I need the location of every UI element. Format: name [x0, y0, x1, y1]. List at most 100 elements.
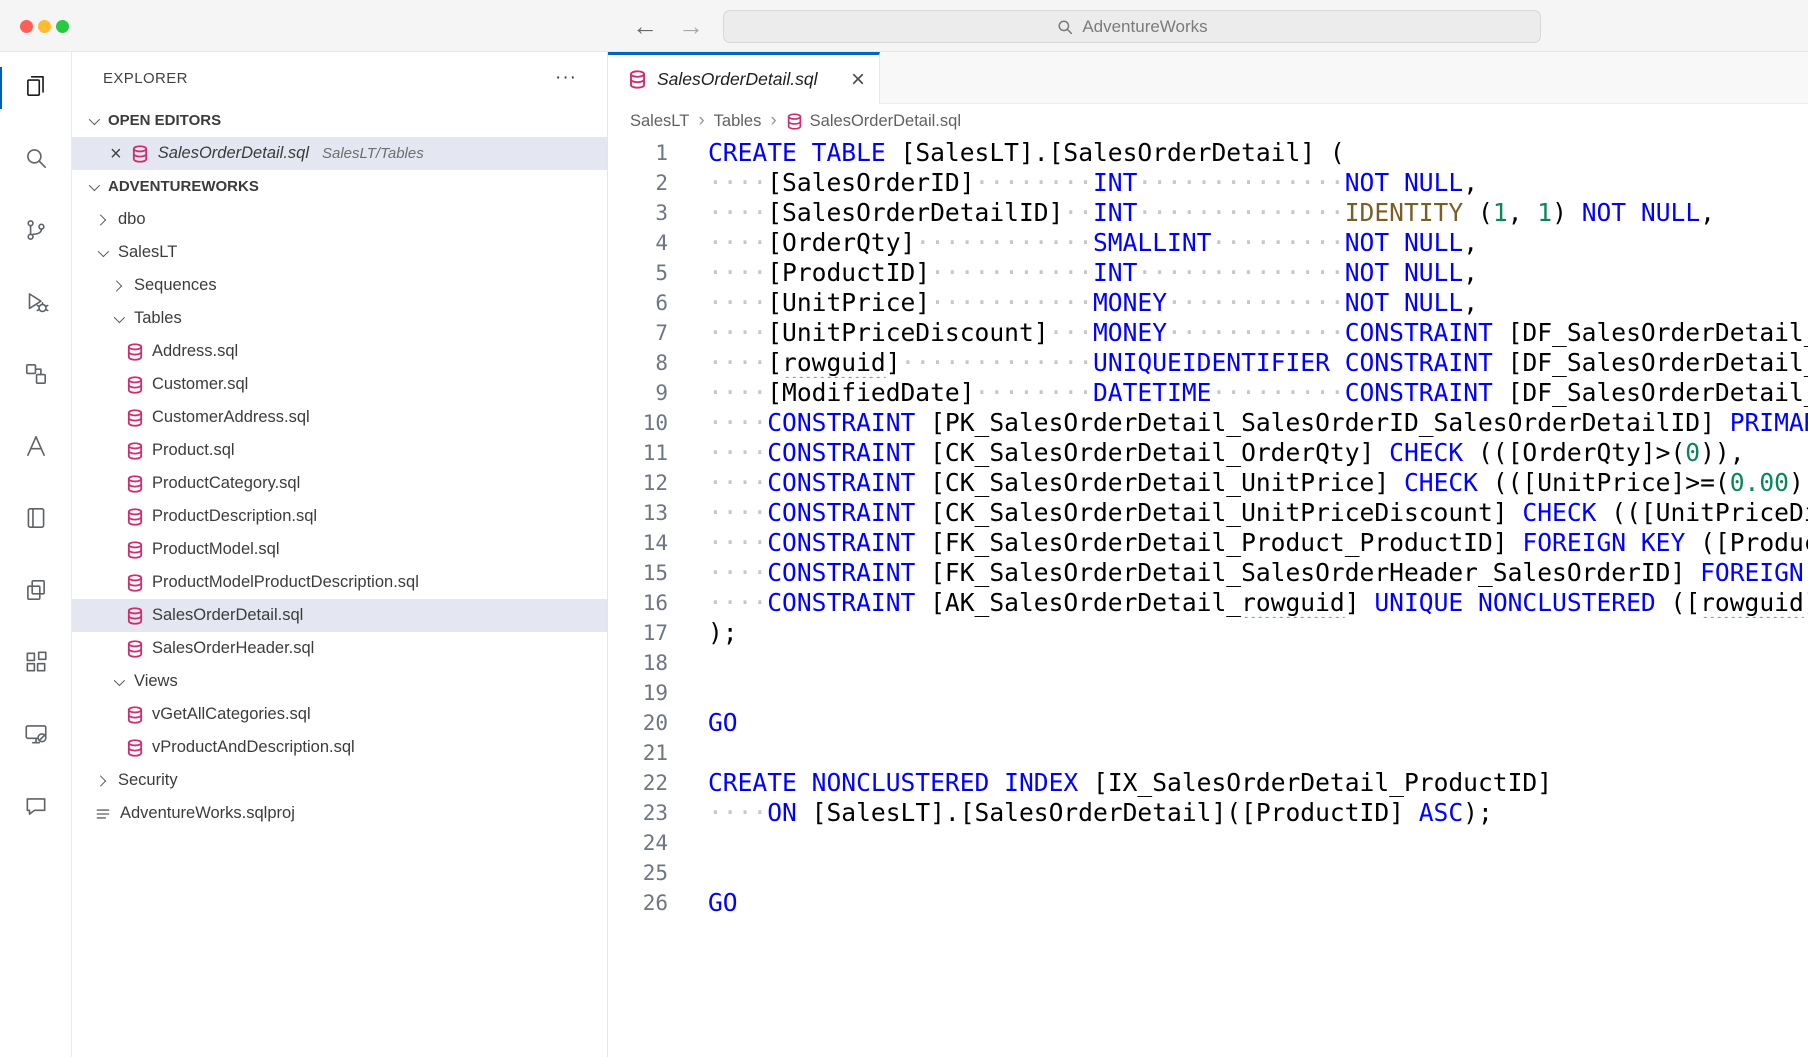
- code-text[interactable]: ····[ModifiedDate]········DATETIME······…: [708, 378, 1808, 408]
- code-text[interactable]: [708, 648, 1808, 678]
- database-projects-activity-button[interactable]: [0, 340, 71, 412]
- line-number: 19: [608, 678, 708, 708]
- line-number: 10: [608, 408, 708, 438]
- line-number: 7: [608, 318, 708, 348]
- tree-item-address-sql[interactable]: Address.sql: [72, 335, 607, 368]
- code-text[interactable]: ····ON [SalesLT].[SalesOrderDetail]([Pro…: [708, 798, 1808, 828]
- back-arrow-icon[interactable]: ←: [632, 11, 658, 42]
- tree-item-productcategory-sql[interactable]: ProductCategory.sql: [72, 467, 607, 500]
- code-text[interactable]: ····[SalesOrderDetailID]··INT···········…: [708, 198, 1808, 228]
- close-editor-icon[interactable]: ×: [110, 144, 122, 164]
- chevron-down-icon: [110, 674, 126, 690]
- breadcrumb-item-tables[interactable]: Tables: [714, 112, 762, 131]
- tree-item-adventureworks-sqlproj[interactable]: AdventureWorks.sqlproj: [72, 797, 607, 830]
- breadcrumb-item-saleslt[interactable]: SalesLT: [630, 112, 689, 131]
- command-center-search[interactable]: AdventureWorks: [723, 10, 1541, 43]
- tree-item-vproductanddescription-sql[interactable]: vProductAndDescription.sql: [72, 731, 607, 764]
- code-text[interactable]: ····CONSTRAINT [FK_SalesOrderDetail_Prod…: [708, 528, 1808, 558]
- run-debug-icon: [23, 289, 49, 320]
- open-editor-item[interactable]: × SalesOrderDetail.sql SalesLT/Tables: [72, 137, 607, 170]
- forward-arrow-icon[interactable]: →: [678, 11, 704, 42]
- breadcrumb-item-file[interactable]: SalesOrderDetail.sql: [786, 112, 961, 131]
- line-number: 3: [608, 198, 708, 228]
- code-text[interactable]: [708, 738, 1808, 768]
- tree-item-vgetallcategories-sql[interactable]: vGetAllCategories.sql: [72, 698, 607, 731]
- code-text[interactable]: ····[SalesOrderID]········INT···········…: [708, 168, 1808, 198]
- database-icon: [126, 739, 144, 757]
- tree-item-product-sql[interactable]: Product.sql: [72, 434, 607, 467]
- code-text[interactable]: [708, 858, 1808, 888]
- close-tab-icon[interactable]: ×: [851, 68, 865, 92]
- tree-item-views[interactable]: Views: [72, 665, 607, 698]
- code-text[interactable]: ····[UnitPriceDiscount]···MONEY·········…: [708, 318, 1808, 348]
- comments-icon: [23, 793, 49, 824]
- tree-item-label: ProductDescription.sql: [152, 507, 317, 526]
- code-text[interactable]: ····[rowguid]·············UNIQUEIDENTIFI…: [708, 348, 1808, 378]
- code-text[interactable]: ····CONSTRAINT [AK_SalesOrderDetail_rowg…: [708, 588, 1808, 618]
- code-line: 11····CONSTRAINT [CK_SalesOrderDetail_Or…: [608, 438, 1808, 468]
- zoom-window-button[interactable]: [56, 20, 69, 33]
- code-line: 16····CONSTRAINT [AK_SalesOrderDetail_ro…: [608, 588, 1808, 618]
- extensions-activity-button[interactable]: [0, 628, 71, 700]
- code-text[interactable]: GO: [708, 708, 1808, 738]
- remote-monitor-activity-button[interactable]: [0, 700, 71, 772]
- open-editors-header[interactable]: OPEN EDITORS: [72, 104, 607, 137]
- tree-item-tables[interactable]: Tables: [72, 302, 607, 335]
- code-line: 8····[rowguid]·············UNIQUEIDENTIF…: [608, 348, 1808, 378]
- code-text[interactable]: ····[ProductID]···········INT···········…: [708, 258, 1808, 288]
- more-actions-icon[interactable]: ···: [555, 67, 577, 89]
- code-text[interactable]: ····CONSTRAINT [PK_SalesOrderDetail_Sale…: [708, 408, 1808, 438]
- code-editor[interactable]: 1CREATE TABLE [SalesLT].[SalesOrderDetai…: [608, 138, 1808, 1057]
- explorer-activity-button[interactable]: [0, 52, 71, 124]
- tree-item-productdescription-sql[interactable]: ProductDescription.sql: [72, 500, 607, 533]
- code-line: 1CREATE TABLE [SalesLT].[SalesOrderDetai…: [608, 138, 1808, 168]
- code-text[interactable]: [708, 678, 1808, 708]
- run-debug-activity-button[interactable]: [0, 268, 71, 340]
- tree-item-productmodel-sql[interactable]: ProductModel.sql: [72, 533, 607, 566]
- code-text[interactable]: ····CONSTRAINT [CK_SalesOrderDetail_Orde…: [708, 438, 1808, 468]
- minimize-window-button[interactable]: [38, 20, 51, 33]
- tree-item-productmodelproductdescription-sql[interactable]: ProductModelProductDescription.sql: [72, 566, 607, 599]
- explorer-icon: [23, 73, 49, 104]
- tab-label: SalesOrderDetail.sql: [657, 69, 841, 90]
- close-window-button[interactable]: [20, 20, 33, 33]
- tree-item-salesorderheader-sql[interactable]: SalesOrderHeader.sql: [72, 632, 607, 665]
- line-number: 20: [608, 708, 708, 738]
- comments-activity-button[interactable]: [0, 772, 71, 844]
- notebooks-activity-button[interactable]: [0, 484, 71, 556]
- code-text[interactable]: );: [708, 618, 1808, 648]
- code-line: 25: [608, 858, 1808, 888]
- code-text[interactable]: ····CONSTRAINT [FK_SalesOrderDetail_Sale…: [708, 558, 1808, 588]
- activity-bar: [0, 52, 72, 1057]
- tree-item-customer-sql[interactable]: Customer.sql: [72, 368, 607, 401]
- tree-item-saleslt[interactable]: SalesLT: [72, 236, 607, 269]
- tree-item-security[interactable]: Security: [72, 764, 607, 797]
- source-control-activity-button[interactable]: [0, 196, 71, 268]
- database-icon: [126, 508, 144, 526]
- tab-salesorderdetail-sql[interactable]: SalesOrderDetail.sql ×: [608, 52, 880, 104]
- open-editor-filename: SalesOrderDetail.sql: [158, 144, 309, 163]
- tree-item-customeraddress-sql[interactable]: CustomerAddress.sql: [72, 401, 607, 434]
- schema-compare-activity-button[interactable]: [0, 556, 71, 628]
- code-text[interactable]: ····[UnitPrice]···········MONEY·········…: [708, 288, 1808, 318]
- code-text[interactable]: ····CONSTRAINT [CK_SalesOrderDetail_Unit…: [708, 468, 1808, 498]
- tree-item-label: Sequences: [134, 276, 217, 295]
- code-line: 24: [608, 828, 1808, 858]
- code-text[interactable]: [708, 828, 1808, 858]
- tree-item-label: AdventureWorks.sqlproj: [120, 804, 295, 823]
- code-line: 14····CONSTRAINT [FK_SalesOrderDetail_Pr…: [608, 528, 1808, 558]
- code-text[interactable]: CREATE NONCLUSTERED INDEX [IX_SalesOrder…: [708, 768, 1808, 798]
- tree-item-label: ProductCategory.sql: [152, 474, 300, 493]
- search-activity-button[interactable]: [0, 124, 71, 196]
- window-controls: [20, 20, 69, 33]
- azure-activity-button[interactable]: [0, 412, 71, 484]
- tree-item-salesorderdetail-sql[interactable]: SalesOrderDetail.sql: [72, 599, 607, 632]
- tree-item-sequences[interactable]: Sequences: [72, 269, 607, 302]
- code-text[interactable]: GO: [708, 888, 1808, 918]
- code-text[interactable]: ····CONSTRAINT [CK_SalesOrderDetail_Unit…: [708, 498, 1808, 528]
- line-number: 8: [608, 348, 708, 378]
- adventureworks-section-header[interactable]: ADVENTUREWORKS: [72, 170, 607, 203]
- code-text[interactable]: CREATE TABLE [SalesLT].[SalesOrderDetail…: [708, 138, 1808, 168]
- code-text[interactable]: ····[OrderQty]············SMALLINT······…: [708, 228, 1808, 258]
- tree-item-dbo[interactable]: dbo: [72, 203, 607, 236]
